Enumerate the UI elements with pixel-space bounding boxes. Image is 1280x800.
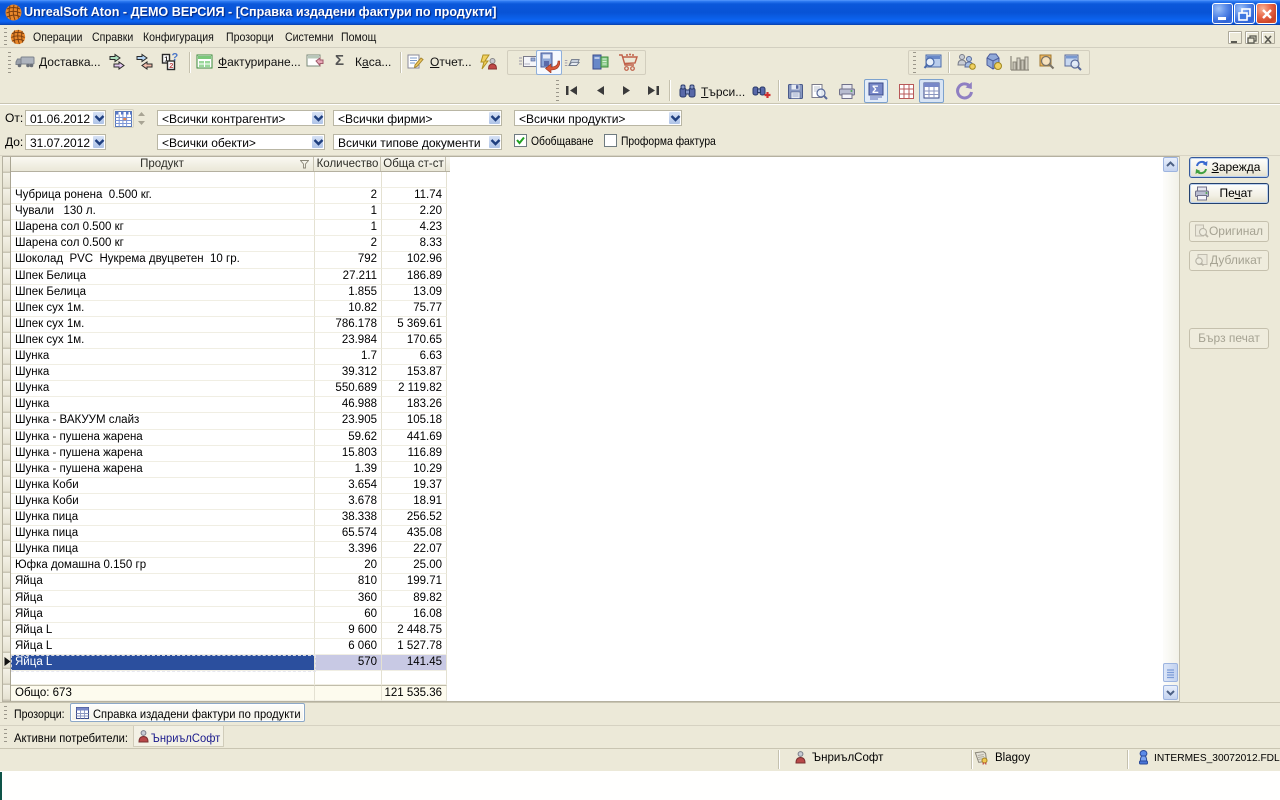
svg-text:Σ: Σ [872,84,879,96]
svg-text:?: ? [172,52,179,64]
